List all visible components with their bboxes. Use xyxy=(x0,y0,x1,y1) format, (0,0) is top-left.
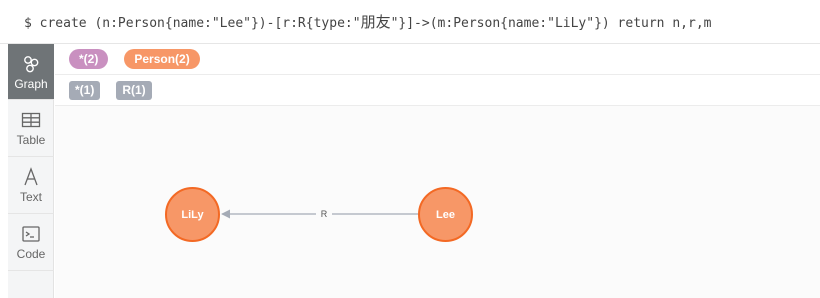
text-icon xyxy=(24,167,38,186)
graph-canvas[interactable]: R LiLy Lee xyxy=(55,106,820,298)
query-part-2: "}]->(m:Person{name:"LiLy"}) return n,r,… xyxy=(390,16,712,31)
graph-node-lee[interactable]: Lee xyxy=(418,187,473,242)
query-part-1: create (n:Person{name:"Lee"})-[r:R{type:… xyxy=(39,16,361,31)
left-gutter xyxy=(0,44,8,298)
legend-all-relationships-tag[interactable]: *(1) xyxy=(69,80,101,100)
legend-relationship-r-tag[interactable]: R(1) xyxy=(116,80,152,100)
legend-person-pill[interactable]: Person(2) xyxy=(124,49,200,69)
query-editor-bar[interactable]: $ create (n:Person{name:"Lee"})-[r:R{typ… xyxy=(0,0,820,44)
sidebar-item-code[interactable]: Code xyxy=(8,214,54,271)
query-cjk-text: 朋友 xyxy=(360,13,391,31)
sidebar-item-label: Table xyxy=(16,133,46,147)
prompt-symbol: $ xyxy=(24,16,32,31)
sidebar-item-table[interactable]: Table xyxy=(8,100,54,157)
node-caption: Lee xyxy=(436,209,455,221)
graph-svg: R LiLy Lee xyxy=(165,187,473,242)
node-caption: LiLy xyxy=(181,209,204,221)
graph-icon xyxy=(24,55,39,72)
sidebar-item-label: Code xyxy=(16,247,46,261)
relationship-legend: *(1) R(1) xyxy=(55,75,820,106)
legend-all-nodes-pill[interactable]: *(2) xyxy=(69,49,109,69)
sidebar-item-graph[interactable]: Graph xyxy=(8,44,54,100)
graph-node-lily[interactable]: LiLy xyxy=(165,187,220,242)
view-sidebar: Graph Table Text Code xyxy=(8,44,54,298)
sidebar-item-label: Graph xyxy=(14,76,48,91)
code-icon xyxy=(22,226,40,242)
edge-label: R xyxy=(321,209,328,219)
sidebar-item-text[interactable]: Text xyxy=(8,157,54,214)
query-text[interactable]: $ create (n:Person{name:"Lee"})-[r:R{typ… xyxy=(24,11,711,32)
node-label-legend: *(2) Person(2) xyxy=(55,44,820,75)
table-icon xyxy=(21,112,41,128)
sidebar-item-label: Text xyxy=(19,190,42,204)
